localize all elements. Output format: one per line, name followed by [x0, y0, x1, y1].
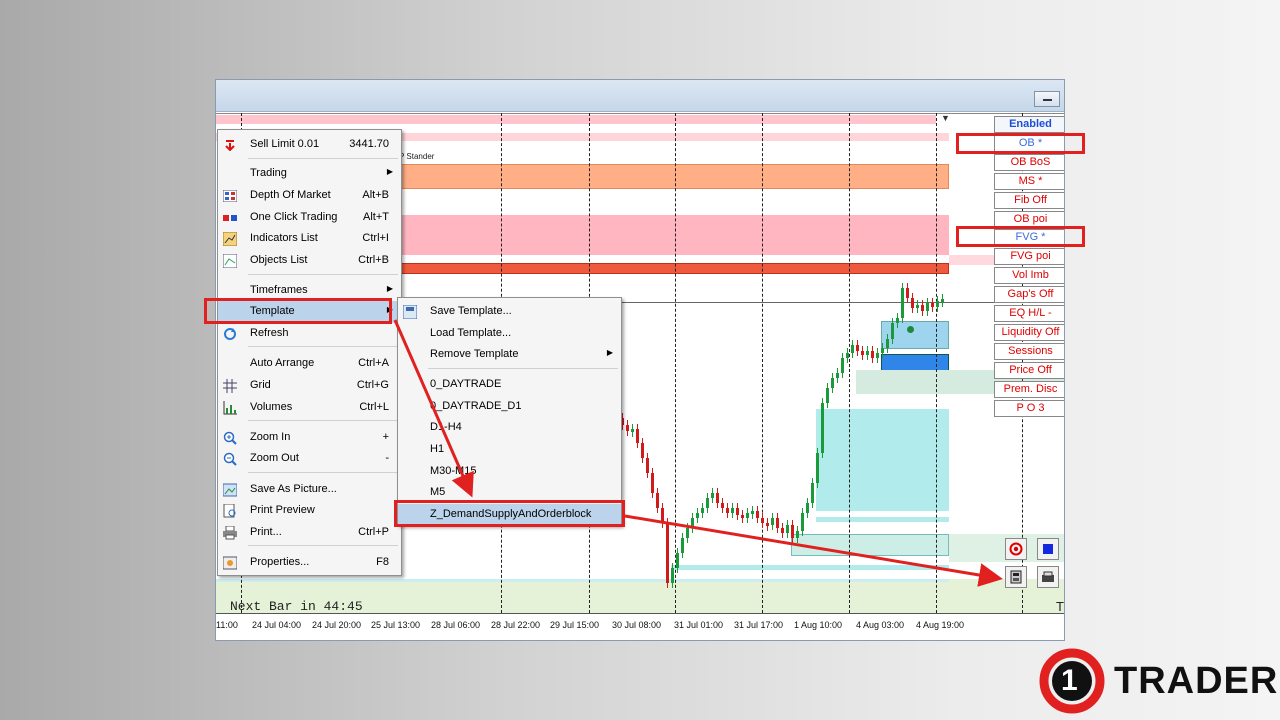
trader-logo: 1 TRADER	[1036, 645, 1279, 717]
logo-number: 1	[1061, 664, 1078, 697]
logo-text: TRADER	[1114, 660, 1279, 702]
annotation-arrows	[393, 319, 1003, 587]
